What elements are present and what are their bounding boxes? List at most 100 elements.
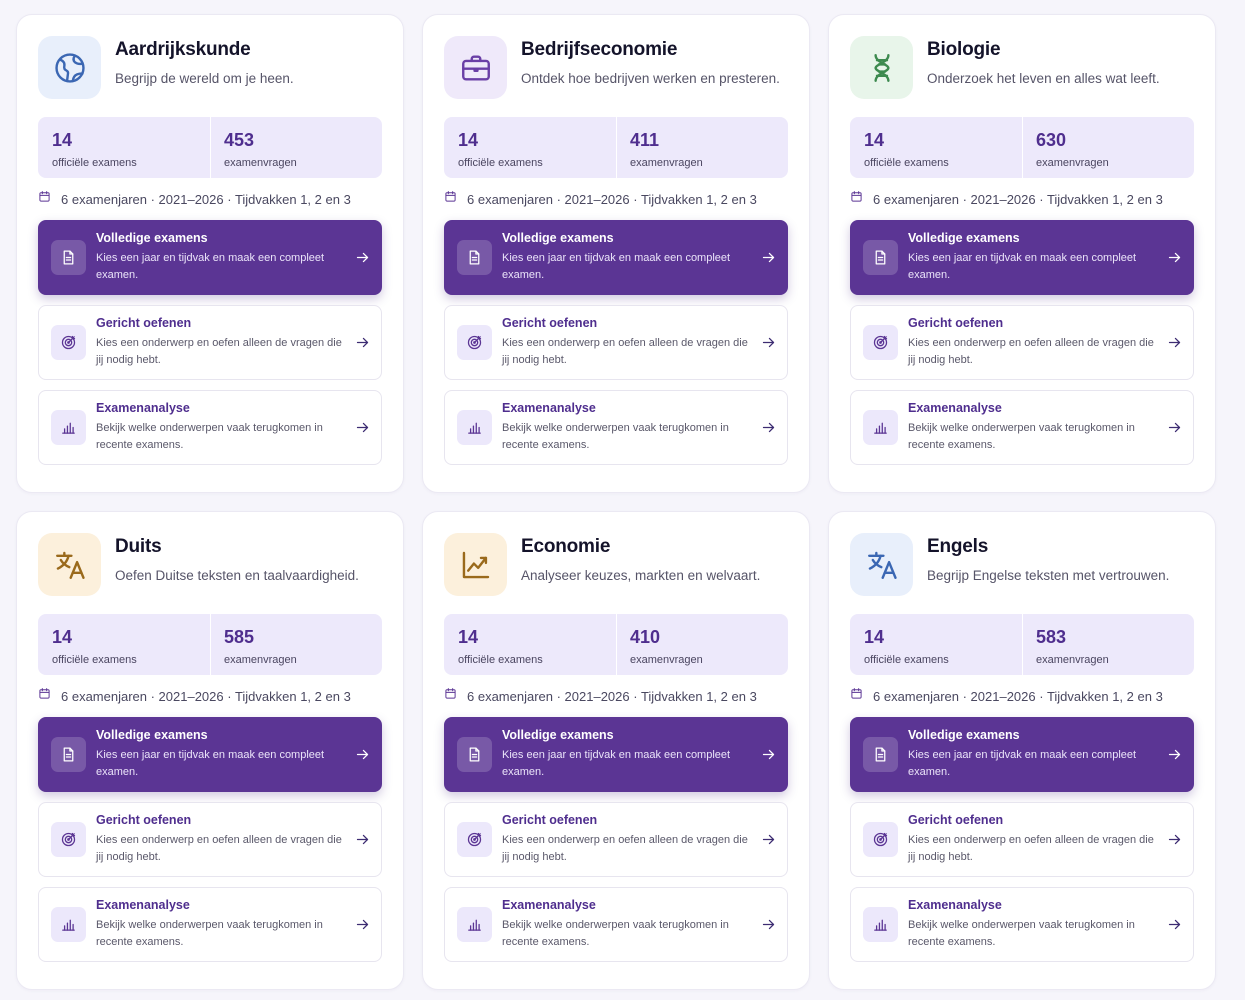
full-exams-button[interactable]: Volledige examens Kies een jaar en tijdva…	[850, 717, 1194, 792]
exam-count: 14	[52, 627, 73, 647]
exam-analysis-button[interactable]: Examenanalyse Bekijk welke onderwerpen va…	[444, 390, 788, 465]
card-header: Aardrijkskunde Begrijp de wereld om je he…	[38, 36, 382, 99]
arrow-right-icon	[1167, 250, 1182, 265]
bar-chart-icon	[51, 410, 86, 445]
action-description: Bekijk welke onderwerpen vaak terugkomen…	[96, 919, 323, 948]
target-icon	[863, 325, 898, 360]
full-exams-button[interactable]: Volledige examens Kies een jaar en tijdva…	[38, 220, 382, 295]
exam-count-label: officiële examens	[52, 157, 137, 169]
arrow-right-icon	[1167, 335, 1182, 350]
exam-years-info: 6 examenjaren · 2021–2026 · Tijdvakken 1…	[38, 688, 382, 704]
action-description: Bekijk welke onderwerpen vaak terugkomen…	[908, 919, 1135, 948]
bar-chart-icon	[457, 907, 492, 942]
action-description: Bekijk welke onderwerpen vaak terugkomen…	[908, 422, 1135, 451]
bar-chart-icon	[51, 907, 86, 942]
action-title: Examenanalyse	[96, 401, 190, 415]
exam-count-label: officiële examens	[864, 654, 949, 666]
targeted-practice-button[interactable]: Gericht oefenen Kies een onderwerp en oef…	[850, 802, 1194, 877]
arrow-right-icon	[761, 832, 776, 847]
exam-count-label: officiële examens	[864, 157, 949, 169]
subject-grid: Aardrijkskunde Begrijp de wereld om je he…	[16, 14, 1216, 990]
target-icon	[457, 822, 492, 857]
action-title: Gericht oefenen	[96, 813, 192, 827]
question-count-label: examenvragen	[630, 157, 703, 169]
question-count-label: examenvragen	[1036, 654, 1109, 666]
action-description: Kies een jaar en tijdvak en maak een com…	[96, 252, 325, 281]
targeted-practice-button[interactable]: Gericht oefenen Kies een onderwerp en oef…	[444, 305, 788, 380]
arrow-right-icon	[355, 420, 370, 435]
arrow-right-icon	[761, 250, 776, 265]
subject-card: Biologie Onderzoek het leven en alles wat…	[828, 14, 1216, 493]
exam-count: 14	[864, 627, 885, 647]
card-header: Engels Begrijp Engelse teksten met vertro…	[850, 533, 1194, 596]
target-icon	[51, 325, 86, 360]
trend-chart-icon	[444, 533, 507, 596]
exam-count-label: officiële examens	[52, 654, 137, 666]
exam-years-text: 6 examenjaren · 2021–2026 · Tijdvakken 1…	[873, 688, 1163, 704]
question-count: 583	[1036, 627, 1067, 647]
exam-count-stat: 14 officiële examens	[444, 614, 616, 675]
exam-analysis-button[interactable]: Examenanalyse Bekijk welke onderwerpen va…	[38, 390, 382, 465]
subject-card: Bedrijfseconomie Ontdek hoe bedrijven wer…	[422, 14, 810, 493]
subject-title: Duits	[115, 536, 162, 557]
question-count-stat: 410 examenvragen	[616, 614, 788, 675]
target-icon	[863, 822, 898, 857]
question-count: 411	[630, 130, 660, 150]
question-count-stat: 630 examenvragen	[1022, 117, 1194, 178]
stats-panel: 14 officiële examens 583 examenvragen	[850, 614, 1194, 675]
exam-years-info: 6 examenjaren · 2021–2026 · Tijdvakken 1…	[444, 191, 788, 207]
exam-analysis-button[interactable]: Examenanalyse Bekijk welke onderwerpen va…	[850, 390, 1194, 465]
dna-icon	[850, 36, 913, 99]
exam-count-label: officiële examens	[458, 654, 543, 666]
targeted-practice-button[interactable]: Gericht oefenen Kies een onderwerp en oef…	[444, 802, 788, 877]
exam-years-text: 6 examenjaren · 2021–2026 · Tijdvakken 1…	[873, 191, 1163, 207]
subject-card: Aardrijkskunde Begrijp de wereld om je he…	[16, 14, 404, 493]
question-count-stat: 453 examenvragen	[210, 117, 382, 178]
question-count-stat: 585 examenvragen	[210, 614, 382, 675]
exam-analysis-button[interactable]: Examenanalyse Bekijk welke onderwerpen va…	[38, 887, 382, 962]
full-exams-button[interactable]: Volledige examens Kies een jaar en tijdva…	[38, 717, 382, 792]
exam-years-text: 6 examenjaren · 2021–2026 · Tijdvakken 1…	[61, 688, 351, 704]
calendar-icon	[444, 687, 457, 705]
exam-years-info: 6 examenjaren · 2021–2026 · Tijdvakken 1…	[850, 687, 1194, 705]
bar-chart-icon	[863, 410, 898, 445]
arrow-right-icon	[355, 335, 370, 350]
action-title: Volledige examens	[908, 231, 1020, 245]
action-description: Kies een onderwerp en oefen alleen de vr…	[908, 834, 1154, 863]
exam-analysis-button[interactable]: Examenanalyse Bekijk welke onderwerpen va…	[850, 887, 1194, 962]
targeted-practice-button[interactable]: Gericht oefenen Kies een onderwerp en oef…	[850, 305, 1194, 380]
arrow-right-icon	[355, 832, 370, 847]
globe-icon	[38, 36, 101, 99]
full-exams-button[interactable]: Volledige examens Kies een jaar en tijdva…	[444, 220, 788, 295]
document-icon	[863, 240, 898, 275]
action-description: Kies een jaar en tijdvak en maak een com…	[908, 252, 1137, 281]
action-title: Volledige examens	[96, 231, 208, 245]
stats-panel: 14 officiële examens 411 examenvragen	[444, 117, 788, 178]
action-description: Kies een onderwerp en oefen alleen de vr…	[96, 834, 342, 863]
target-icon	[51, 822, 86, 857]
subject-description: Ontdek hoe bedrijven werken en presteren…	[521, 71, 780, 86]
calendar-icon	[850, 687, 863, 705]
translate-icon	[38, 533, 101, 596]
targeted-practice-button[interactable]: Gericht oefenen Kies een onderwerp en oef…	[38, 802, 382, 877]
question-count-label: examenvragen	[630, 654, 703, 666]
action-title: Examenanalyse	[502, 898, 596, 912]
question-count-label: examenvragen	[1036, 157, 1109, 169]
exam-count-stat: 14 officiële examens	[444, 117, 616, 178]
exam-analysis-button[interactable]: Examenanalyse Bekijk welke onderwerpen va…	[444, 887, 788, 962]
action-title: Volledige examens	[502, 728, 614, 742]
arrow-right-icon	[355, 747, 370, 762]
question-count-label: examenvragen	[224, 157, 297, 169]
targeted-practice-button[interactable]: Gericht oefenen Kies een onderwerp en oef…	[38, 305, 382, 380]
stats-panel: 14 officiële examens 585 examenvragen	[38, 614, 382, 675]
question-count-stat: 583 examenvragen	[1022, 614, 1194, 675]
target-icon	[457, 325, 492, 360]
stats-panel: 14 officiële examens 630 examenvragen	[850, 117, 1194, 178]
full-exams-button[interactable]: Volledige examens Kies een jaar en tijdva…	[444, 717, 788, 792]
question-count: 585	[224, 627, 255, 647]
bar-chart-icon	[457, 410, 492, 445]
question-count: 410	[630, 627, 661, 647]
question-count: 453	[224, 130, 255, 150]
full-exams-button[interactable]: Volledige examens Kies een jaar en tijdva…	[850, 220, 1194, 295]
arrow-right-icon	[1167, 832, 1182, 847]
